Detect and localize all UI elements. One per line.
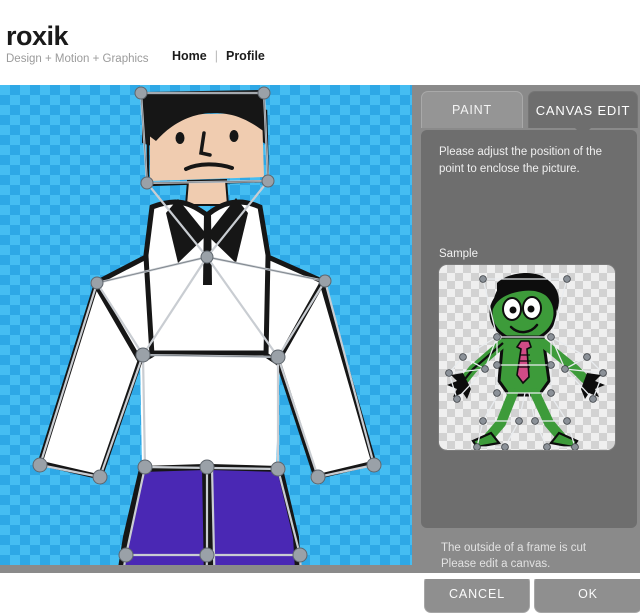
site-header: roxik Design + Motion + Graphics Home | … [0,0,640,85]
nav-separator: | [214,49,218,63]
sample-artwork [445,272,607,450]
message-box: Please adjust the position of the point … [421,130,640,613]
dialog-buttons: CANCEL OK [424,575,640,613]
frame-warning: The outside of a frame is cut Please edi… [441,540,640,572]
editor-stage: PAINT CANVAS EDIT Please adjust the posi… [0,85,640,613]
editor-panel: PAINT CANVAS EDIT Please adjust the posi… [418,85,640,613]
brand-title: roxik [6,21,69,51]
frame-warning-line1: The outside of a frame is cut [441,542,587,554]
brand: roxik Design + Motion + Graphics [6,22,149,66]
cancel-button[interactable]: CANCEL [424,575,530,613]
sample-label: Sample [439,248,478,260]
sample-preview [439,265,615,450]
ok-button[interactable]: OK [534,575,640,613]
tab-canvas-edit[interactable]: CANVAS EDIT [528,91,638,128]
panel-tabs: PAINT CANVAS EDIT [418,88,640,136]
canvas-artwork [32,86,382,565]
instruction-text: Please adjust the position of the point … [439,146,603,175]
nav-link-home[interactable]: Home [172,49,207,63]
tab-paint[interactable]: PAINT [421,91,523,128]
page-bottom-strip [0,573,640,579]
nav-link-profile[interactable]: Profile [226,49,265,63]
brand-tagline: Design + Motion + Graphics [6,53,149,65]
frame-warning-line2: Please edit a canvas. [441,558,551,570]
drawing-canvas[interactable] [0,85,412,565]
main-nav: Home | Profile [172,49,265,63]
application-root: roxik Design + Motion + Graphics Home | … [0,0,640,613]
